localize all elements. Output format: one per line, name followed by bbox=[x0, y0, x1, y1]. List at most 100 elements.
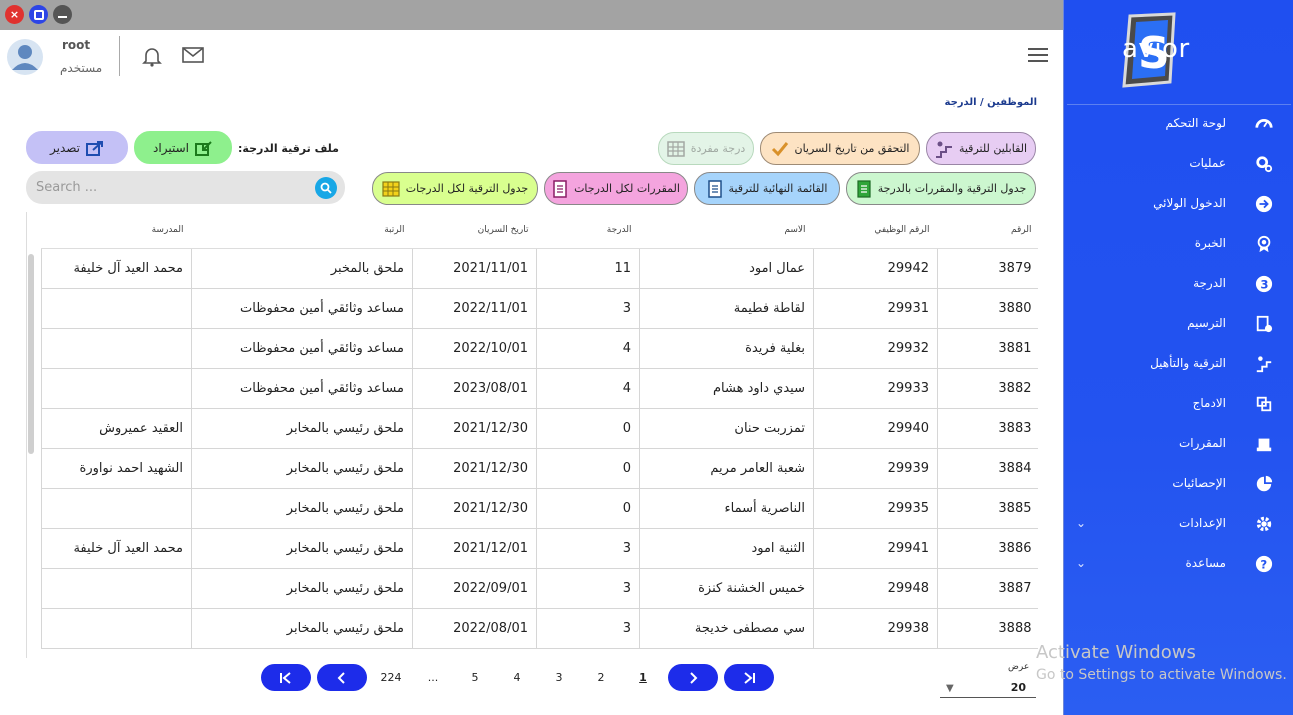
sidebar-item-label: عمليات bbox=[1189, 156, 1226, 170]
table-row[interactable]: 3885 29935 الناصرية أسماء 0 2021/12/30 ملحق ر… bbox=[41, 488, 1038, 529]
table-row[interactable]: 3880 29931 لقاطة فطيمة 3 2022/11/01 مساعد وثا… bbox=[41, 288, 1038, 329]
cell-school: الشهيد احمد نواورة bbox=[41, 448, 192, 489]
sidebar-item-statistics[interactable]: الإحصائيات bbox=[1064, 464, 1293, 504]
breadcrumb-grade[interactable]: الدرجة bbox=[945, 97, 977, 108]
avatar[interactable] bbox=[6, 38, 44, 76]
single-grade-button[interactable]: درجة مفردة bbox=[658, 132, 754, 165]
cell-number: 3886 bbox=[937, 528, 1038, 569]
page-number[interactable]: 2 bbox=[586, 671, 616, 684]
search-button[interactable] bbox=[315, 177, 337, 199]
table-row[interactable]: 3882 29933 سيدي داود هشام 4 2023/08/01 مساعد … bbox=[41, 368, 1038, 409]
cell-employee-id: 29932 bbox=[813, 328, 938, 369]
column-header-grade[interactable]: الدرجة bbox=[536, 212, 640, 249]
first-page-button[interactable] bbox=[261, 664, 311, 691]
header-divider bbox=[119, 36, 120, 76]
table-row[interactable]: 3888 29938 سي مصطفى خديجة 3 2022/08/01 ملحق ر… bbox=[41, 608, 1038, 649]
page-number[interactable]: 5 bbox=[460, 671, 490, 684]
verify-date-button[interactable]: التحقق من تاريخ السريان bbox=[760, 132, 920, 165]
table-scrollbar[interactable] bbox=[28, 254, 34, 454]
next-page-button[interactable] bbox=[668, 664, 718, 691]
page-number-current[interactable]: 1 bbox=[628, 671, 658, 684]
final-list-button[interactable]: القائمة النهائية للترقية bbox=[694, 172, 840, 205]
table-row[interactable]: 3879 29942 عمال امود 11 2021/11/01 ملحق بالمخ… bbox=[41, 248, 1038, 289]
table-with-courses-button[interactable]: جدول الترقية والمقررات بالدرجة bbox=[846, 172, 1036, 205]
cell-grade: 3 bbox=[536, 288, 640, 329]
cell-name: خميس الخشنة كنزة bbox=[639, 568, 814, 609]
eligible-button[interactable]: القابلين للترقية bbox=[926, 132, 1036, 165]
employees-table: الرقم الرقم الوظيفي الاسم الدرجة تاريخ ا… bbox=[41, 212, 1038, 649]
cell-number: 3884 bbox=[937, 448, 1038, 489]
sidebar-item-promotion[interactable]: الترقية والتأهيل bbox=[1064, 344, 1293, 384]
table-row[interactable]: 3883 29940 تمزربت حنان 0 2021/12/30 ملحق رئيس… bbox=[41, 408, 1038, 449]
page-number[interactable]: 224 bbox=[376, 671, 406, 684]
cell-grade: 3 bbox=[536, 568, 640, 609]
sidebar-item-experience[interactable]: الخبرة bbox=[1064, 224, 1293, 264]
window-close-button[interactable]: × bbox=[5, 5, 24, 24]
cell-number: 3887 bbox=[937, 568, 1038, 609]
maximize-icon bbox=[33, 9, 44, 20]
sidebar-item-help[interactable]: ⌄ ? مساعدة bbox=[1064, 544, 1293, 584]
sidebar-item-grade[interactable]: 3 الدرجة bbox=[1064, 264, 1293, 304]
cell-effective-date: 2021/12/30 bbox=[412, 408, 537, 449]
courses-all-button[interactable]: المقررات لكل الدرجات bbox=[544, 172, 688, 205]
export-button[interactable]: تصدير bbox=[26, 131, 128, 164]
chevron-down-icon: ⌄ bbox=[1076, 516, 1087, 530]
svg-text:3: 3 bbox=[1260, 278, 1268, 292]
column-header-employee-id[interactable]: الرقم الوظيفي bbox=[813, 212, 938, 249]
checkmark-icon bbox=[771, 141, 788, 156]
cell-rank: مساعد وثائقي أمين محفوظات bbox=[191, 288, 413, 329]
mail-icon[interactable] bbox=[182, 47, 204, 63]
column-header-effective-date[interactable]: تاريخ السريان bbox=[412, 212, 537, 249]
cell-effective-date: 2021/12/30 bbox=[412, 488, 537, 529]
cell-name: لقاطة فطيمة bbox=[639, 288, 814, 329]
table-row[interactable]: 3884 29939 شعبة العامر مريم 0 2021/12/30 ملحق… bbox=[41, 448, 1038, 489]
prev-page-button[interactable] bbox=[317, 664, 367, 691]
bell-icon[interactable] bbox=[142, 45, 162, 67]
window-maximize-button[interactable] bbox=[29, 5, 48, 24]
minimize-icon bbox=[58, 16, 67, 18]
sidebar-item-decisions[interactable]: المقررات bbox=[1064, 424, 1293, 464]
table-row[interactable]: 3881 29932 بغلية فريدة 4 2022/10/01 مساعد وثا… bbox=[41, 328, 1038, 369]
cell-effective-date: 2021/11/01 bbox=[412, 248, 537, 289]
column-header-name[interactable]: الاسم bbox=[639, 212, 814, 249]
cell-employee-id: 29948 bbox=[813, 568, 938, 609]
cell-rank: ملحق رئيسي بالمخابر bbox=[191, 608, 413, 649]
sidebar-item-tenure[interactable]: الترسيم bbox=[1064, 304, 1293, 344]
window-minimize-button[interactable] bbox=[53, 5, 72, 24]
grid-icon bbox=[382, 180, 400, 197]
sidebar-item-label: الخبرة bbox=[1194, 236, 1226, 250]
menu-toggle-button[interactable] bbox=[1028, 48, 1048, 64]
column-header-number[interactable]: الرقم bbox=[937, 212, 1038, 249]
dropdown-triangle-icon: ▼ bbox=[946, 683, 954, 694]
breadcrumb-employees[interactable]: الموظفين bbox=[987, 97, 1037, 108]
cell-rank: ملحق رئيسي بالمخابر bbox=[191, 408, 413, 449]
search-input[interactable]: Search ... bbox=[36, 180, 97, 195]
all-grades-table-button[interactable]: جدول الترقية لكل الدرجات bbox=[372, 172, 538, 205]
chevron-down-icon: ⌄ bbox=[1076, 556, 1087, 570]
last-page-button[interactable] bbox=[724, 664, 774, 691]
sidebar-item-settings[interactable]: ⌄ الإعدادات bbox=[1064, 504, 1293, 544]
import-button[interactable]: استيراد bbox=[134, 131, 232, 164]
sidebar-item-label: الإعدادات bbox=[1179, 516, 1226, 530]
table-row[interactable]: 3887 29948 خميس الخشنة كنزة 3 2022/09/01 ملحق… bbox=[41, 568, 1038, 609]
page-number[interactable]: 3 bbox=[544, 671, 574, 684]
activation-watermark-text: Go to Settings to activate Windows. bbox=[1036, 667, 1287, 683]
sidebar-item-dashboard[interactable]: لوحة التحكم bbox=[1064, 104, 1293, 144]
svg-text:?: ? bbox=[1260, 558, 1267, 572]
table-row[interactable]: 3886 29941 الثنية امود 3 2021/12/01 ملحق رئيس… bbox=[41, 528, 1038, 569]
page-size-select[interactable]: ▼ 20 bbox=[940, 678, 1036, 698]
cell-name: سي مصطفى خديجة bbox=[639, 608, 814, 649]
cell-effective-date: 2023/08/01 bbox=[412, 368, 537, 409]
sheet-icon bbox=[857, 179, 871, 198]
page-number[interactable]: 4 bbox=[502, 671, 532, 684]
column-header-school[interactable]: المدرسة bbox=[41, 212, 192, 249]
sidebar-item-integration[interactable]: الادماج bbox=[1064, 384, 1293, 424]
sidebar-item-label: الادماج bbox=[1192, 396, 1226, 410]
username: root bbox=[62, 38, 91, 52]
sidebar-item-operations[interactable]: عمليات bbox=[1064, 144, 1293, 184]
sidebar-item-state-entry[interactable]: الدخول الولائي bbox=[1064, 184, 1293, 224]
column-header-rank[interactable]: الرتبة bbox=[191, 212, 413, 249]
chevron-right-icon bbox=[690, 671, 698, 684]
courses-all-label: المقررات لكل الدرجات bbox=[574, 182, 680, 195]
search-icon bbox=[320, 182, 332, 194]
